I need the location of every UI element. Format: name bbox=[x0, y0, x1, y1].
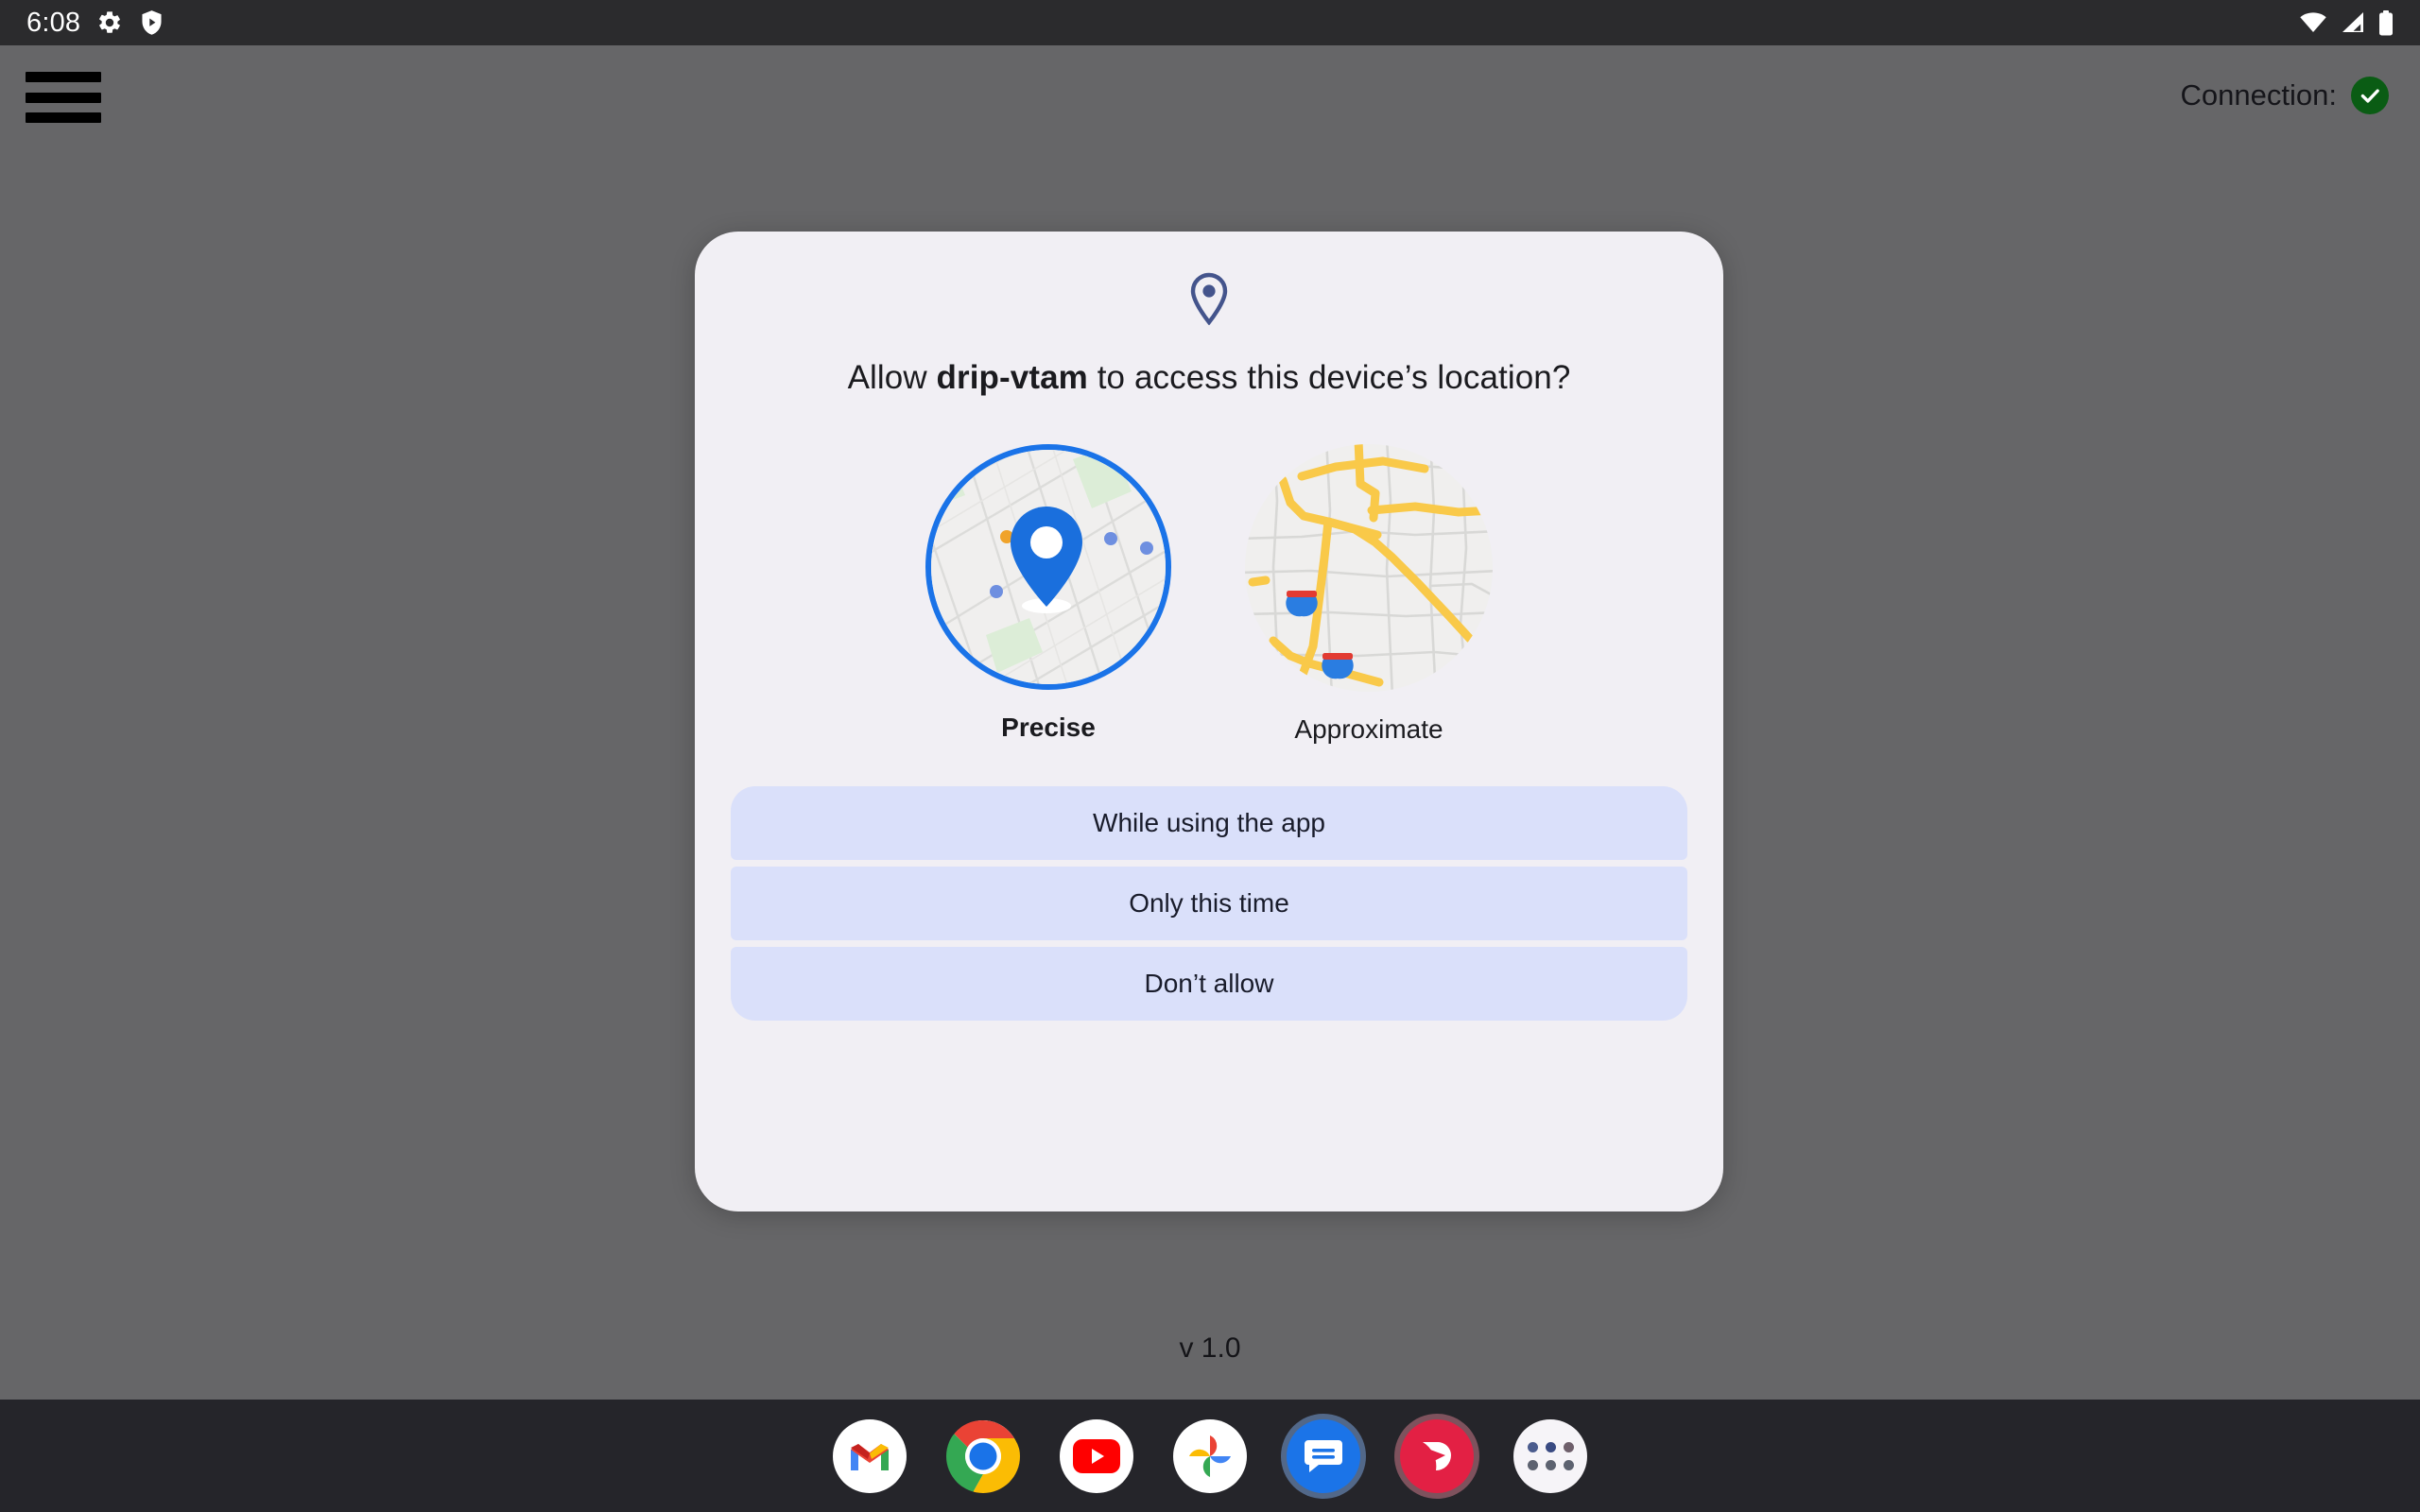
interstate-shield-marker bbox=[1286, 591, 1318, 617]
app-header: Connection: bbox=[0, 45, 2420, 135]
app-drawer-dots bbox=[1527, 1441, 1574, 1470]
shield-play-icon bbox=[139, 9, 164, 37]
drawer-dot bbox=[1545, 1441, 1556, 1452]
drawer-dot bbox=[1563, 1459, 1574, 1470]
wifi-icon bbox=[2299, 11, 2327, 34]
messages-icon[interactable] bbox=[1287, 1418, 1360, 1493]
status-bar-clock: 6:08 bbox=[26, 7, 81, 38]
location-pin-icon bbox=[1187, 272, 1231, 330]
shortcut-app-icon[interactable] bbox=[1400, 1418, 1474, 1493]
interstate-shield-marker bbox=[1322, 653, 1354, 679]
option-approximate-label: Approximate bbox=[1294, 714, 1443, 744]
cellular-signal-icon bbox=[2341, 11, 2365, 34]
while-using-the-app-button[interactable]: While using the app bbox=[731, 786, 1687, 860]
permission-action-buttons: While using the app Only this time Don’t… bbox=[731, 786, 1687, 1021]
hamburger-menu-icon[interactable] bbox=[26, 72, 101, 123]
dont-allow-button[interactable]: Don’t allow bbox=[731, 947, 1687, 1021]
connection-label: Connection: bbox=[2180, 78, 2337, 112]
dialog-title-suffix: to access this device’s location? bbox=[1087, 359, 1571, 396]
location-permission-dialog: Allow drip-vtam to access this device’s … bbox=[695, 232, 1723, 1211]
only-this-time-button[interactable]: Only this time bbox=[731, 867, 1687, 940]
connection-status: Connection: bbox=[2181, 77, 2389, 114]
hamburger-bar bbox=[26, 112, 101, 123]
status-bar-right bbox=[2299, 9, 2394, 36]
drawer-dot bbox=[1563, 1441, 1574, 1452]
status-bar-left: 6:08 bbox=[26, 8, 164, 39]
approximate-location-map bbox=[1245, 444, 1493, 692]
drawer-dot bbox=[1527, 1459, 1538, 1470]
dialog-title: Allow drip-vtam to access this device’s … bbox=[848, 359, 1571, 397]
precise-location-map bbox=[925, 444, 1171, 690]
drawer-dot bbox=[1527, 1441, 1538, 1452]
option-precise[interactable]: Precise bbox=[925, 444, 1171, 743]
app-drawer-icon[interactable] bbox=[1513, 1418, 1587, 1493]
hamburger-bar bbox=[26, 72, 101, 82]
chrome-icon[interactable] bbox=[946, 1419, 1020, 1493]
status-bar: 6:08 bbox=[0, 0, 2420, 45]
gmail-icon[interactable] bbox=[833, 1418, 907, 1493]
dialog-title-prefix: Allow bbox=[847, 359, 937, 396]
option-approximate[interactable]: Approximate bbox=[1245, 444, 1493, 745]
settings-gear-icon bbox=[96, 9, 123, 36]
drawer-dot bbox=[1545, 1459, 1556, 1470]
option-precise-label: Precise bbox=[1001, 713, 1096, 742]
dock bbox=[0, 1400, 2420, 1512]
youtube-icon[interactable] bbox=[1060, 1418, 1133, 1493]
app-version-label: v 1.0 bbox=[1179, 1332, 1241, 1364]
check-circle-icon bbox=[2351, 77, 2389, 114]
hamburger-bar bbox=[26, 92, 101, 103]
location-accuracy-options: Precise Approximate bbox=[925, 444, 1493, 745]
google-photos-icon[interactable] bbox=[1173, 1418, 1247, 1493]
screen: 6:08 Connection: Allow drip-vtam to acce… bbox=[0, 0, 2420, 1512]
battery-icon bbox=[2378, 9, 2394, 36]
dialog-title-app-name: drip-vtam bbox=[936, 359, 1088, 396]
